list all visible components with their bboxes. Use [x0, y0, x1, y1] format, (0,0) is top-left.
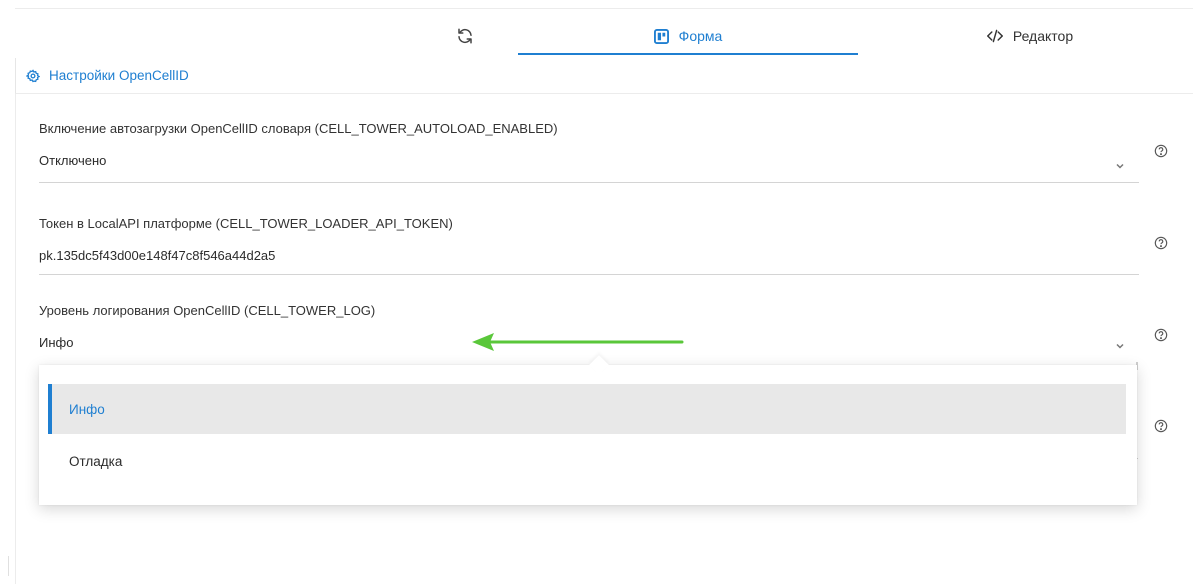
help-icon[interactable] — [1154, 236, 1168, 250]
tabs-bar: Форма Редактор — [0, 0, 1193, 56]
api-token-input[interactable]: Токен в LocalAPI платформе (CELL_TOWER_L… — [39, 215, 1139, 279]
help-icon[interactable] — [1154, 328, 1168, 342]
top-divider — [15, 8, 1193, 9]
field-underline — [39, 182, 1139, 183]
refresh-icon — [458, 28, 472, 44]
section-header[interactable]: Настройки OpenCellID — [15, 58, 1193, 94]
help-icon[interactable] — [1154, 144, 1168, 158]
active-tab-indicator — [518, 53, 858, 55]
annotation-arrow — [472, 333, 684, 351]
option-label: Отладка — [69, 453, 123, 469]
dropdown-option-debug[interactable]: Отладка — [48, 436, 1126, 486]
refresh-button[interactable] — [450, 16, 480, 56]
field-underline — [39, 274, 1139, 275]
chevron-down-icon[interactable] — [1115, 158, 1125, 176]
section-title: Настройки OpenCellID — [49, 68, 189, 83]
field-value: pk.135dc5f43d00e148f47c8f546a44d2a5 — [39, 248, 276, 263]
tab-form[interactable]: Форма — [518, 16, 858, 56]
tab-form-label: Форма — [678, 28, 723, 44]
form-icon — [653, 28, 669, 44]
help-icon[interactable] — [1154, 419, 1168, 433]
field-label: Включение автозагрузки OpenCellID словар… — [39, 121, 558, 136]
log-level-dropdown: Инфо Отладка — [39, 355, 1137, 505]
tab-editor[interactable]: Редактор — [930, 16, 1130, 56]
resize-handle — [8, 556, 9, 576]
code-icon — [986, 29, 1003, 43]
section-left-border — [15, 94, 16, 584]
gear-icon — [26, 68, 40, 83]
selected-indicator — [48, 384, 52, 434]
field-value: Отключено — [39, 153, 107, 168]
dropdown-option-info[interactable]: Инфо — [48, 384, 1126, 434]
tab-editor-label: Редактор — [1012, 28, 1074, 44]
chevron-down-icon[interactable] — [1115, 338, 1125, 356]
autoload-enabled-select[interactable]: Включение автозагрузки OpenCellID словар… — [39, 120, 1139, 184]
field-label: Уровень логирования OpenCellID (CELL_TOW… — [39, 303, 376, 318]
field-label: Токен в LocalAPI платформе (CELL_TOWER_L… — [39, 216, 453, 231]
settings-form-page: Форма Редактор Настройки OpenCellID Вклю… — [0, 0, 1193, 584]
option-label: Инфо — [69, 401, 105, 417]
